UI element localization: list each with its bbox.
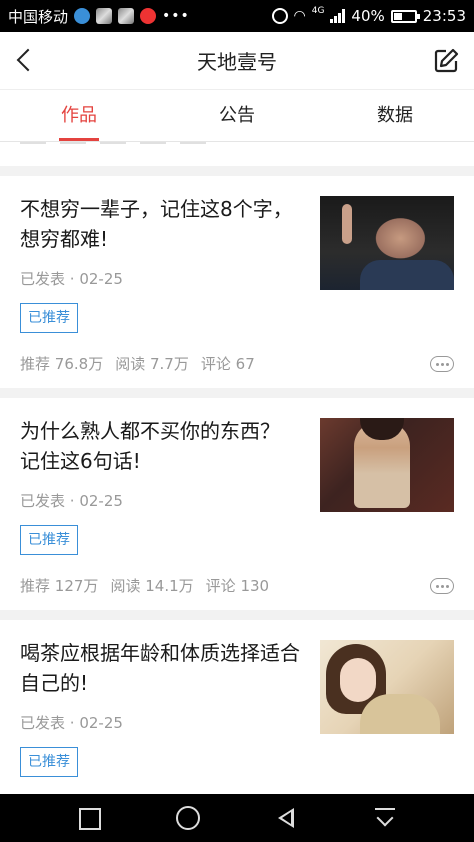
more-options-button[interactable] (430, 356, 454, 372)
signal-icon (330, 9, 346, 23)
notification-pull-button[interactable] (373, 806, 397, 830)
publish-date: 02-25 (79, 492, 123, 510)
publish-status: 已发表 (20, 714, 66, 732)
clock: 23:53 (422, 7, 466, 25)
article-meta: 已发表 · 02-25 (20, 492, 123, 510)
read-count: 14.1万 (145, 577, 194, 595)
comment-label: 评论 (205, 577, 236, 595)
article-thumbnail[interactable] (320, 418, 454, 512)
carrier-label: 中国移动 (8, 7, 69, 26)
system-nav-bar (0, 794, 474, 842)
article-stats: 推荐 76.8万 阅读 7.7万 评论 67 (20, 353, 255, 374)
article-title[interactable]: 喝茶应根据年龄和体质选择适合自己的! (20, 638, 305, 698)
article-meta: 已发表 · 02-25 (20, 714, 123, 732)
publish-status: 已发表 (20, 492, 66, 510)
status-bar: 中国移动 ••• ◠ 4G 40% 23:53 (0, 0, 474, 32)
recents-button[interactable] (77, 806, 102, 830)
read-count: 7.7万 (150, 355, 189, 373)
back-button[interactable] (14, 46, 38, 76)
network-type-label: 4G (311, 6, 325, 16)
tab-data[interactable]: 数据 (316, 90, 474, 141)
battery-level-fill (393, 12, 402, 20)
system-back-button[interactable] (274, 806, 298, 830)
comment-label: 评论 (200, 355, 231, 373)
recommend-label: 推荐 (20, 577, 51, 595)
wifi-icon: ◠ (293, 8, 306, 24)
more-options-button[interactable] (430, 578, 454, 594)
article-title[interactable]: 不想穷一辈子，记住这8个字，想穷都难! (20, 194, 305, 254)
gallery-notification-icon-2 (118, 8, 135, 24)
article-feed[interactable]: 不想穷一辈子，记住这8个字，想穷都难! 已发表 · 02-25 已推荐 推荐 7… (0, 142, 474, 794)
recommended-badge: 已推荐 (20, 525, 78, 555)
app-header: 天地壹号 (0, 32, 474, 90)
article-stats: 推荐 127万 阅读 14.1万 评论 130 (20, 575, 269, 596)
article-card[interactable]: 为什么熟人都不买你的东西？ 记住这6句话! 已发表 · 02-25 已推荐 推荐… (0, 398, 474, 610)
tab-bar: 作品 公告 数据 (0, 90, 474, 142)
edit-icon (434, 48, 459, 73)
comment-count: 130 (240, 577, 270, 595)
tab-announcements[interactable]: 公告 (158, 90, 316, 141)
publish-status: 已发表 (20, 270, 66, 288)
battery-icon (390, 9, 420, 23)
read-label: 阅读 (110, 577, 141, 595)
recommended-badge: 已推荐 (20, 747, 78, 777)
read-label: 阅读 (115, 355, 146, 373)
previous-card-peek (0, 142, 474, 166)
chat-notification-icon (74, 8, 91, 24)
article-card[interactable]: 喝茶应根据年龄和体质选择适合自己的! 已发表 · 02-25 已推荐 (0, 620, 474, 794)
battery-percent: 40% (351, 7, 385, 25)
gallery-notification-icon (96, 8, 113, 24)
publish-date: 02-25 (79, 270, 123, 288)
app-notification-icon (140, 8, 157, 24)
publish-date: 02-25 (79, 714, 123, 732)
home-button[interactable] (175, 806, 200, 830)
more-notifications-icon: ••• (162, 8, 190, 24)
recommend-count: 76.8万 (54, 355, 104, 373)
recommend-count: 127万 (54, 577, 99, 595)
article-title[interactable]: 为什么熟人都不买你的东西？ 记住这6句话! (20, 416, 305, 476)
recommended-badge: 已推荐 (20, 303, 78, 333)
article-thumbnail[interactable] (320, 640, 454, 734)
article-meta: 已发表 · 02-25 (20, 270, 123, 288)
article-card[interactable]: 不想穷一辈子，记住这8个字，想穷都难! 已发表 · 02-25 已推荐 推荐 7… (0, 176, 474, 388)
recommend-label: 推荐 (20, 355, 51, 373)
comment-count: 67 (235, 355, 255, 373)
alarm-icon (271, 8, 288, 24)
page-title: 天地壹号 (197, 50, 277, 74)
article-thumbnail[interactable] (320, 196, 454, 290)
tab-works[interactable]: 作品 (0, 90, 158, 141)
edit-button[interactable] (432, 47, 460, 75)
